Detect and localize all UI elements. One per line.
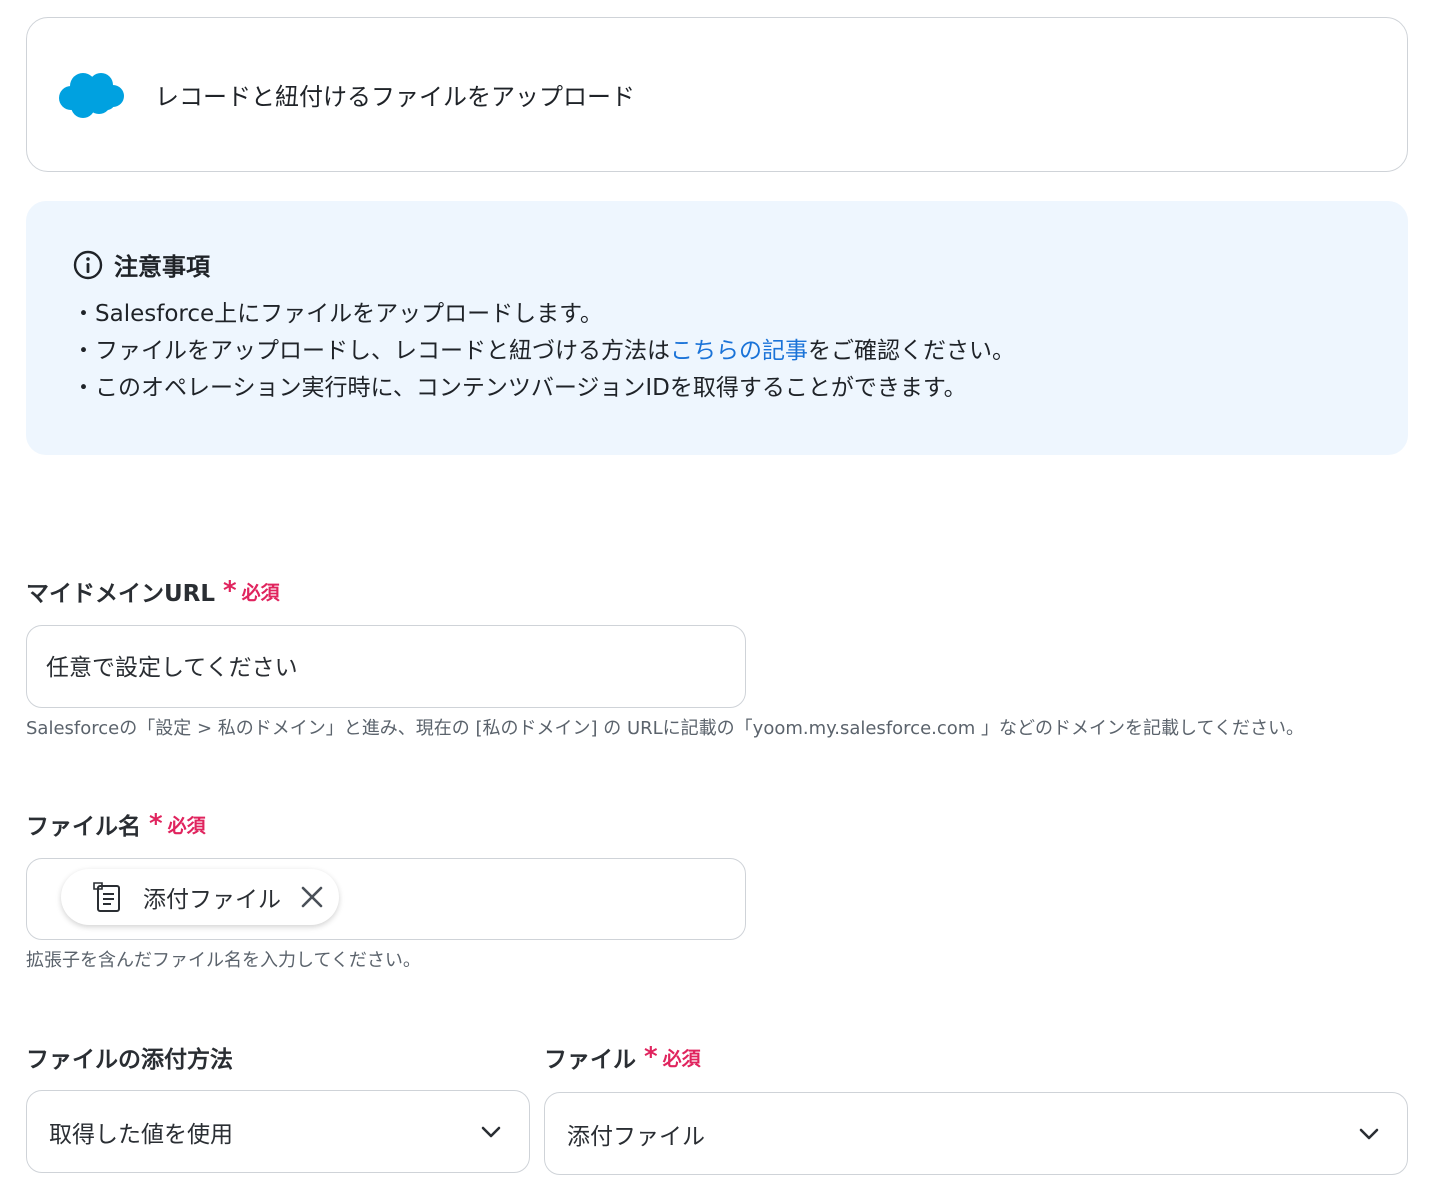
- attachment-chip[interactable]: 添付ファイル: [61, 869, 339, 925]
- filename-help-text: 拡張子を含んだファイル名を入力してください。: [26, 950, 421, 971]
- required-text: 必須: [167, 814, 206, 837]
- attach-method-field-label: ファイルの添付方法: [26, 1040, 233, 1074]
- required-star: *: [149, 809, 163, 839]
- notice-heading: 注意事項: [114, 253, 210, 281]
- file-label-text: ファイル: [544, 1047, 636, 1073]
- chevron-down-icon: [1359, 1128, 1379, 1140]
- salesforce-cloud-icon: [59, 72, 124, 118]
- operation-settings-page: レコードと紐付けるファイルをアップロード 注意事項 ・Salesforce上にフ…: [0, 0, 1440, 1198]
- article-link[interactable]: こちらの記事: [670, 338, 808, 364]
- domain-label-text: マイドメインURL: [26, 581, 216, 607]
- file-select[interactable]: 添付ファイル: [544, 1092, 1408, 1175]
- document-icon: [93, 882, 120, 912]
- notice-header: 注意事項: [72, 247, 1362, 282]
- attach-method-value: 取得した値を使用: [49, 1122, 233, 1148]
- close-icon[interactable]: [299, 884, 325, 910]
- file-value: 添付ファイル: [567, 1124, 705, 1150]
- domain-input[interactable]: 任意で設定してください: [26, 625, 746, 708]
- info-icon: [73, 250, 103, 279]
- domain-help-text: Salesforceの「設定 > 私のドメイン」と進み、現在の [私のドメイン]…: [26, 718, 1304, 739]
- attach-method-label-text: ファイルの添付方法: [26, 1047, 233, 1073]
- filename-field-label: ファイル名 * 必須: [26, 807, 206, 841]
- attach-method-select[interactable]: 取得した値を使用: [26, 1090, 530, 1173]
- domain-field-label: マイドメインURL * 必須: [26, 574, 280, 608]
- file-field-label: ファイル * 必須: [544, 1040, 701, 1074]
- notice-line-2: ・ファイルをアップロードし、レコードと紐づける方法はこちらの記事をご確認ください…: [72, 333, 1362, 370]
- attachment-chip-label: 添付ファイル: [143, 887, 281, 913]
- required-text: 必須: [241, 581, 280, 604]
- required-star: *: [644, 1042, 658, 1072]
- notice-line-1: ・Salesforce上にファイルをアップロードします。: [72, 301, 603, 327]
- operation-title: レコードと紐付けるファイルをアップロード: [155, 83, 635, 111]
- filename-label-text: ファイル名: [26, 814, 141, 840]
- notice-line-3: ・このオペレーション実行時に、コンテンツバージョンIDを取得することができます。: [72, 375, 967, 401]
- notice-line-2-text: ・ファイルをアップロードし、レコードと紐づける方法は: [72, 338, 670, 364]
- operation-card[interactable]: レコードと紐付けるファイルをアップロード: [26, 17, 1408, 172]
- required-star: *: [223, 576, 237, 606]
- filename-input[interactable]: 添付ファイル: [26, 858, 746, 940]
- notice-box: 注意事項 ・Salesforce上にファイルをアップロードします。 ・ファイルを…: [26, 201, 1408, 455]
- notice-line-2-suffix: をご確認ください。: [808, 338, 1015, 364]
- domain-input-placeholder: 任意で設定してください: [46, 655, 298, 681]
- required-text: 必須: [662, 1047, 701, 1070]
- chevron-down-icon: [481, 1126, 501, 1138]
